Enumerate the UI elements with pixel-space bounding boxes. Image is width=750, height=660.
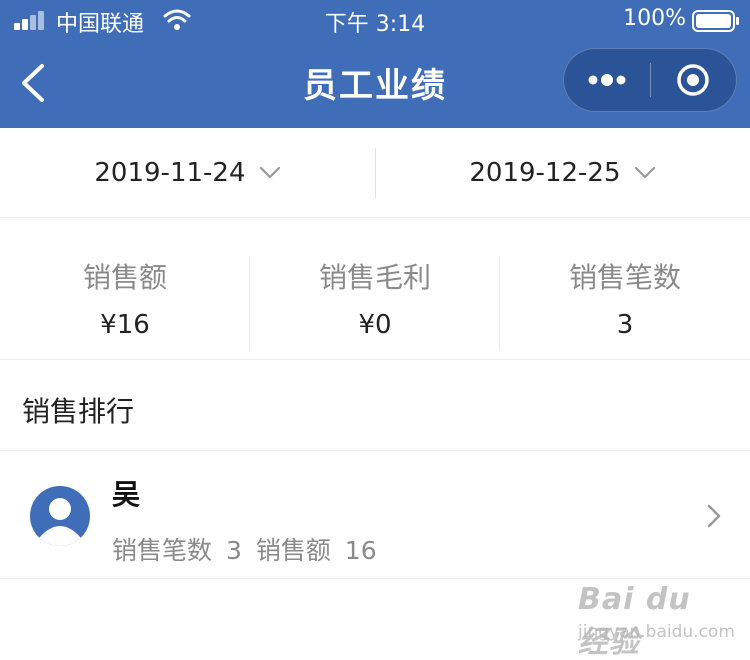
sales-count-label: 销售笔数 xyxy=(112,536,213,565)
employee-name: 吴 xyxy=(112,478,141,511)
employee-sales-summary: 销售笔数 3 销售额 16 xyxy=(112,531,377,567)
stat-sales-amount: 销售额 ¥16 xyxy=(0,218,250,360)
navigation-bar: 员工业绩 xyxy=(0,40,750,128)
chevron-down-icon xyxy=(259,166,280,179)
battery-icon xyxy=(692,10,739,32)
user-icon xyxy=(39,498,81,546)
sales-count-value: 3 xyxy=(225,536,242,565)
status-bar: 中国联通 下午 3:14 100% xyxy=(0,0,750,40)
chevron-right-icon xyxy=(707,504,721,528)
more-dots-icon xyxy=(588,74,626,86)
start-date-value: 2019-11-24 xyxy=(94,158,246,188)
watermark-url: jingyan.baidu.com xyxy=(578,622,735,642)
stat-value: ¥0 xyxy=(358,310,392,340)
stat-label: 销售额 xyxy=(82,261,167,294)
stat-value: ¥16 xyxy=(100,310,150,340)
end-date-picker[interactable]: 2019-12-25 xyxy=(375,128,750,218)
chevron-down-icon xyxy=(634,166,655,179)
ranking-list-item[interactable]: 吴 销售笔数 3 销售额 16 xyxy=(0,451,750,579)
stat-gross-profit: 销售毛利 ¥0 xyxy=(250,218,500,360)
stat-value: 3 xyxy=(616,310,634,340)
close-button[interactable] xyxy=(652,49,738,111)
end-date-value: 2019-12-25 xyxy=(469,158,621,188)
date-divider xyxy=(375,148,376,198)
start-date-picker[interactable]: 2019-11-24 xyxy=(0,128,375,218)
stat-label: 销售毛利 xyxy=(318,261,431,294)
sales-amount-value: 16 xyxy=(344,536,377,565)
battery-percent: 100% xyxy=(623,6,686,31)
watermark-logo: Bai du 经验 xyxy=(578,582,691,660)
sales-summary: 销售额 ¥16 销售毛利 ¥0 销售笔数 3 xyxy=(0,218,750,360)
baidu-jingyan-watermark: Bai du 经验 jingyan.baidu.com xyxy=(578,582,735,660)
ranking-title: 销售排行 xyxy=(22,395,135,428)
target-circle-icon xyxy=(677,64,709,96)
capsule-divider xyxy=(650,63,651,97)
app-header: 中国联通 下午 3:14 100% 员工业绩 xyxy=(0,0,750,128)
mini-program-capsule xyxy=(563,48,737,112)
ranking-list: 吴 销售笔数 3 销售额 16 xyxy=(0,450,750,579)
avatar xyxy=(30,486,90,546)
more-button[interactable] xyxy=(564,49,650,111)
stat-label: 销售笔数 xyxy=(568,261,681,294)
stat-sales-count: 销售笔数 3 xyxy=(500,218,750,360)
sales-amount-label: 销售额 xyxy=(255,536,331,565)
